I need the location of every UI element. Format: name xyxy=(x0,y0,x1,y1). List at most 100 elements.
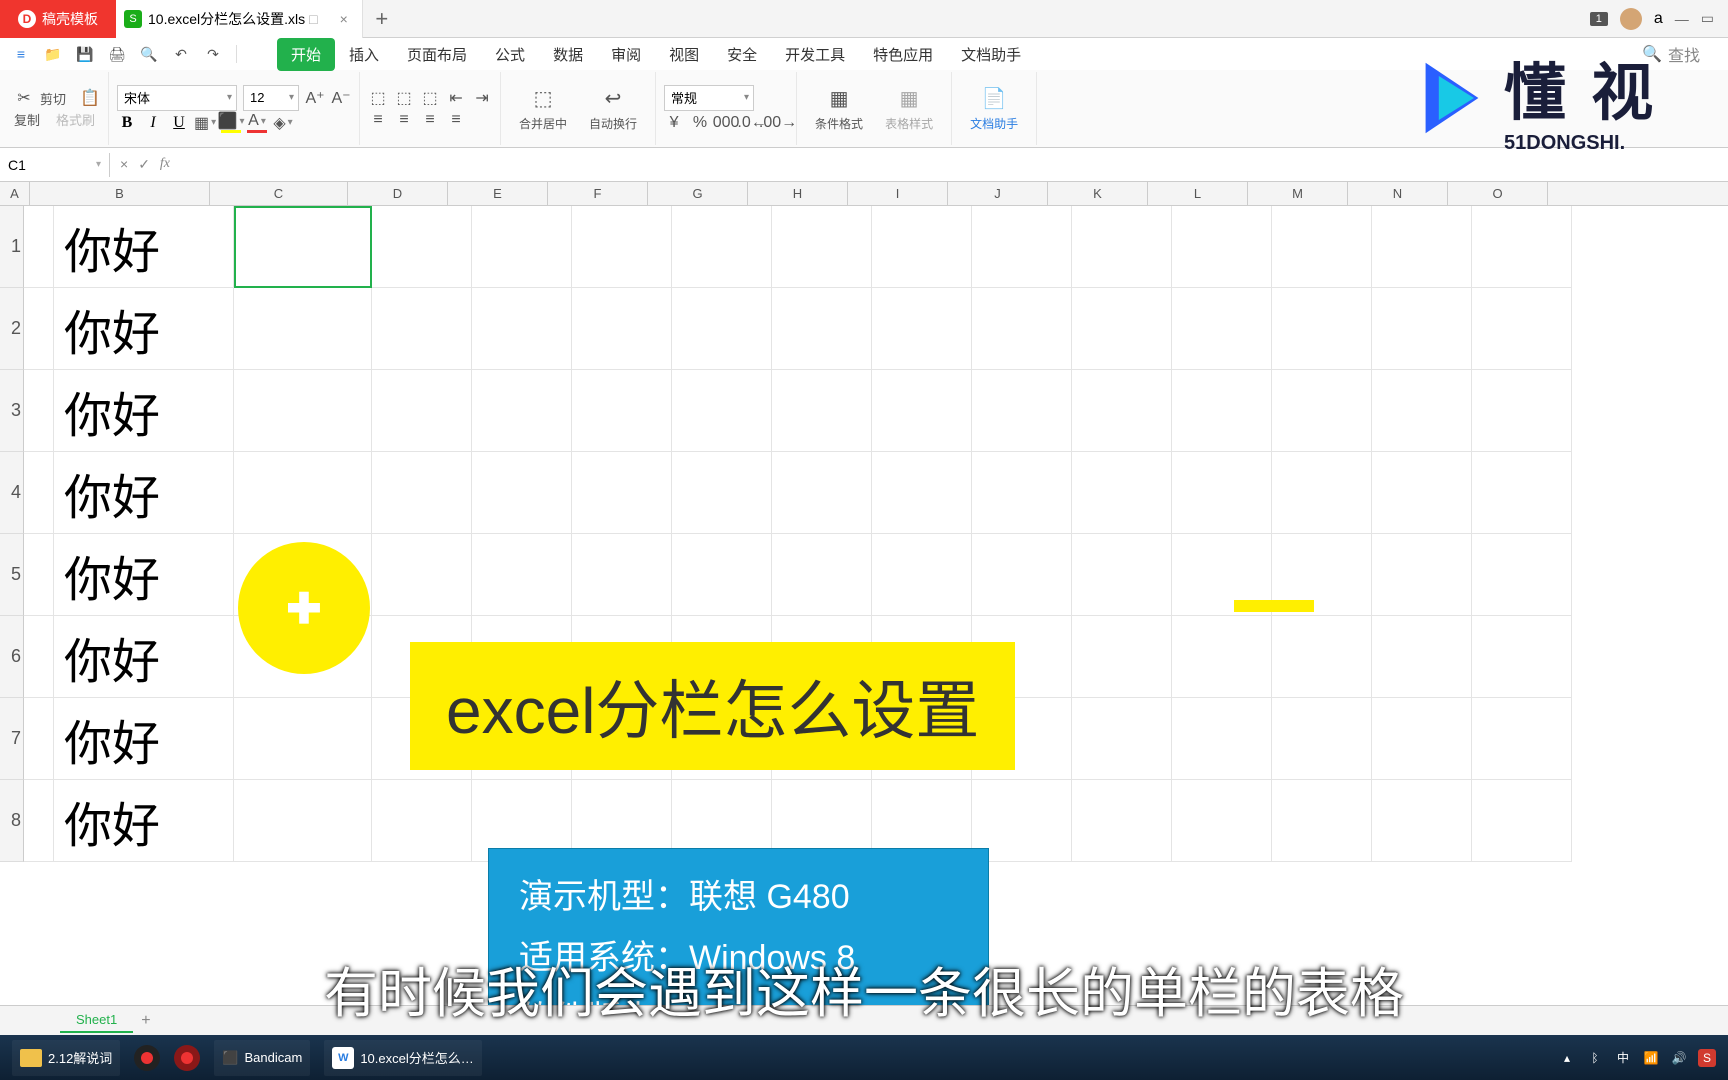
cell[interactable] xyxy=(872,206,972,288)
col-header[interactable]: L xyxy=(1148,182,1248,205)
tab-review[interactable]: 审阅 xyxy=(597,38,655,71)
increase-font-icon[interactable]: A⁺ xyxy=(305,88,325,108)
number-format-select[interactable]: 常规 xyxy=(664,85,754,111)
cell[interactable] xyxy=(1172,288,1272,370)
cell[interactable]: 你好 xyxy=(54,370,234,452)
cell[interactable] xyxy=(1472,452,1572,534)
tray-volume-icon[interactable]: 🔊 xyxy=(1670,1049,1688,1067)
cell[interactable] xyxy=(1272,370,1372,452)
row-header[interactable]: 2 xyxy=(0,288,24,370)
cell[interactable] xyxy=(872,534,972,616)
align-center-icon[interactable]: ≡ xyxy=(394,110,414,130)
fx-icon[interactable]: fx xyxy=(160,156,170,173)
tray-network-icon[interactable]: 📶 xyxy=(1642,1049,1660,1067)
cell[interactable] xyxy=(972,452,1072,534)
chevron-down-icon[interactable]: ▾ xyxy=(96,159,101,170)
taskbar-bandicam[interactable]: ⬛ Bandicam xyxy=(214,1040,310,1076)
tray-up-icon[interactable]: ▴ xyxy=(1558,1049,1576,1067)
col-header[interactable]: J xyxy=(948,182,1048,205)
spreadsheet-grid[interactable]: A B C D E F G H I J K L M N O 1 你好 2 你好 … xyxy=(0,182,1728,1005)
col-header[interactable]: E xyxy=(448,182,548,205)
indent-right-icon[interactable]: ⇥ xyxy=(472,88,492,108)
cell[interactable] xyxy=(24,534,54,616)
underline-button[interactable]: U xyxy=(169,114,189,132)
record-button-red[interactable] xyxy=(174,1045,200,1071)
cell[interactable] xyxy=(1372,370,1472,452)
close-icon[interactable]: × xyxy=(340,11,348,27)
tray-ime-icon[interactable]: 中 xyxy=(1614,1049,1632,1067)
cell[interactable] xyxy=(1472,288,1572,370)
cell[interactable] xyxy=(1372,452,1472,534)
indent-left-icon[interactable]: ⇤ xyxy=(446,88,466,108)
cell[interactable] xyxy=(572,370,672,452)
tab-formula[interactable]: 公式 xyxy=(481,38,539,71)
redo-icon[interactable]: ↷ xyxy=(200,41,226,67)
border-icon[interactable]: ▦▾ xyxy=(195,113,215,133)
row-header[interactable]: 3 xyxy=(0,370,24,452)
col-header[interactable]: B xyxy=(30,182,210,205)
merge-center-button[interactable]: ⬚ 合并居中 xyxy=(509,85,577,132)
cell[interactable] xyxy=(972,534,1072,616)
cell[interactable] xyxy=(1172,206,1272,288)
row-header[interactable]: 4 xyxy=(0,452,24,534)
tab-dev-tools[interactable]: 开发工具 xyxy=(771,38,859,71)
row-header[interactable]: 7 xyxy=(0,698,24,780)
save-icon[interactable]: 💾 xyxy=(72,41,98,67)
print-preview-icon[interactable]: 🔍 xyxy=(136,41,162,67)
cell[interactable] xyxy=(572,452,672,534)
italic-button[interactable]: I xyxy=(143,114,163,132)
cell[interactable] xyxy=(24,780,54,862)
cell[interactable]: 你好 xyxy=(54,452,234,534)
cell[interactable] xyxy=(24,288,54,370)
align-right-icon[interactable]: ≡ xyxy=(420,110,440,130)
tab-insert[interactable]: 插入 xyxy=(335,38,393,71)
cell[interactable] xyxy=(1072,616,1172,698)
cell[interactable] xyxy=(234,452,372,534)
col-header[interactable]: K xyxy=(1048,182,1148,205)
cell[interactable] xyxy=(772,452,872,534)
cell[interactable] xyxy=(1272,288,1372,370)
cell[interactable] xyxy=(672,370,772,452)
taskbar-wps[interactable]: W 10.excel分栏怎么… xyxy=(324,1040,481,1076)
cell[interactable] xyxy=(1072,288,1172,370)
tab-doc-helper[interactable]: 文档助手 xyxy=(947,38,1035,71)
cut-button[interactable]: 剪切 xyxy=(40,89,66,108)
col-header[interactable]: N xyxy=(1348,182,1448,205)
cell[interactable] xyxy=(1472,534,1572,616)
font-name-select[interactable]: 宋体 xyxy=(117,85,237,111)
cell[interactable] xyxy=(1272,780,1372,862)
cell[interactable] xyxy=(1472,780,1572,862)
row-header[interactable]: 6 xyxy=(0,616,24,698)
cell[interactable] xyxy=(572,206,672,288)
print-icon[interactable]: 🖨 xyxy=(104,41,130,67)
cell[interactable] xyxy=(24,698,54,780)
table-format-button[interactable]: ▦ 表格样式 xyxy=(875,85,943,132)
cell[interactable] xyxy=(1072,206,1172,288)
doc-helper-button[interactable]: 📄 文档助手 xyxy=(960,85,1028,132)
cell[interactable] xyxy=(1072,370,1172,452)
avatar[interactable] xyxy=(1620,8,1642,30)
cell[interactable] xyxy=(372,452,472,534)
tab-start[interactable]: 开始 xyxy=(277,38,335,71)
cell[interactable] xyxy=(1272,616,1372,698)
cell[interactable] xyxy=(472,370,572,452)
cell[interactable] xyxy=(1472,370,1572,452)
row-header[interactable]: 1 xyxy=(0,206,24,288)
cell[interactable] xyxy=(1072,698,1172,780)
cell[interactable] xyxy=(372,534,472,616)
cell[interactable] xyxy=(1172,616,1272,698)
cell[interactable] xyxy=(24,616,54,698)
col-header[interactable]: A xyxy=(0,182,30,205)
taskbar-folder[interactable]: 2.12解说词 xyxy=(12,1040,120,1076)
cell[interactable] xyxy=(1072,780,1172,862)
tab-template[interactable]: D 稿壳模板 xyxy=(0,0,116,38)
cell[interactable]: 你好 xyxy=(54,534,234,616)
tab-featured[interactable]: 特色应用 xyxy=(859,38,947,71)
cell[interactable] xyxy=(234,780,372,862)
fill-color-icon[interactable]: ⬛▾ xyxy=(221,113,241,133)
cell[interactable] xyxy=(24,206,54,288)
menu-icon[interactable]: ≡ xyxy=(8,41,34,67)
cell[interactable] xyxy=(1372,288,1472,370)
decrease-decimal-icon[interactable]: .00→ xyxy=(768,113,788,133)
tab-security[interactable]: 安全 xyxy=(713,38,771,71)
